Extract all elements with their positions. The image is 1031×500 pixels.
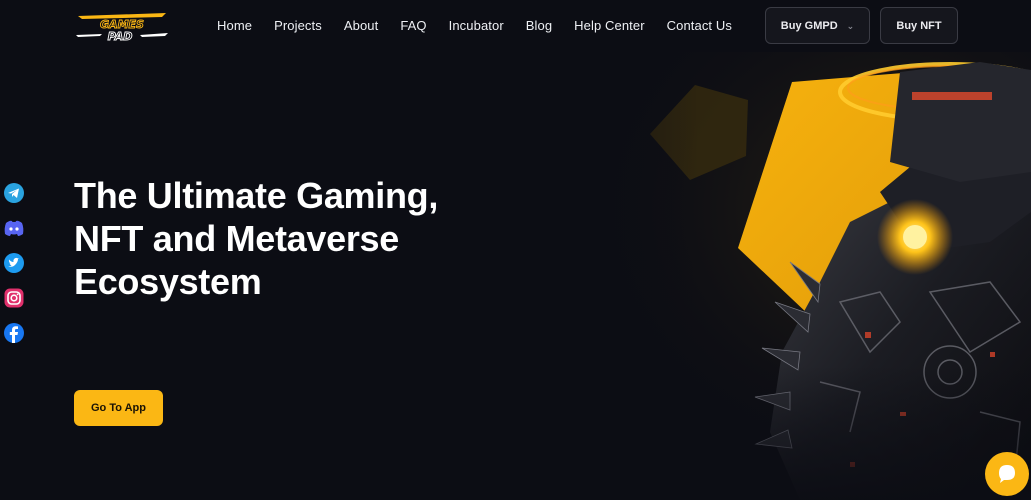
buy-gmpd-dropdown[interactable]: Buy GMPD ⌄ [765, 7, 870, 44]
hero-robot-image [520, 52, 1031, 500]
nav-about[interactable]: About [344, 18, 378, 33]
buy-nft-button[interactable]: Buy NFT [880, 7, 958, 44]
nav-help-center[interactable]: Help Center [574, 18, 644, 33]
nav-contact-us[interactable]: Contact Us [667, 18, 732, 33]
nav-incubator[interactable]: Incubator [449, 18, 504, 33]
svg-text:PAD: PAD [108, 30, 133, 43]
discord-icon[interactable] [3, 217, 25, 239]
instagram-icon[interactable] [3, 287, 25, 309]
gamespad-logo[interactable]: GAMES PAD [76, 9, 168, 43]
nav-home[interactable]: Home [217, 18, 252, 33]
site-header: GAMES PAD Home Projects About FAQ Incuba… [0, 0, 1031, 52]
nav-blog[interactable]: Blog [526, 18, 552, 33]
hero-title-line-1: The Ultimate Gaming, [74, 175, 439, 216]
hero-headline: The Ultimate Gaming, NFT and Metaverse E… [74, 174, 504, 303]
facebook-icon[interactable] [3, 322, 25, 344]
go-to-app-button[interactable]: Go To App [74, 390, 163, 426]
telegram-icon[interactable] [3, 182, 25, 204]
nav-projects[interactable]: Projects [274, 18, 322, 33]
social-links [3, 182, 27, 357]
landing-page: GAMES PAD Home Projects About FAQ Incuba… [0, 0, 1031, 500]
buy-nft-label: Buy NFT [896, 19, 942, 32]
nav-faq[interactable]: FAQ [400, 18, 426, 33]
chat-icon [999, 465, 1015, 483]
chat-widget-button[interactable] [985, 452, 1029, 496]
hero-title-line-2: NFT and Metaverse [74, 218, 399, 259]
buy-gmpd-label: Buy GMPD [780, 19, 838, 32]
twitter-icon[interactable] [3, 252, 25, 274]
chevron-down-icon: ⌄ [846, 21, 855, 31]
main-nav: Home Projects About FAQ Incubator Blog H… [217, 18, 754, 33]
hero-title-line-3: Ecosystem [74, 261, 262, 302]
go-to-app-label: Go To App [91, 402, 146, 414]
